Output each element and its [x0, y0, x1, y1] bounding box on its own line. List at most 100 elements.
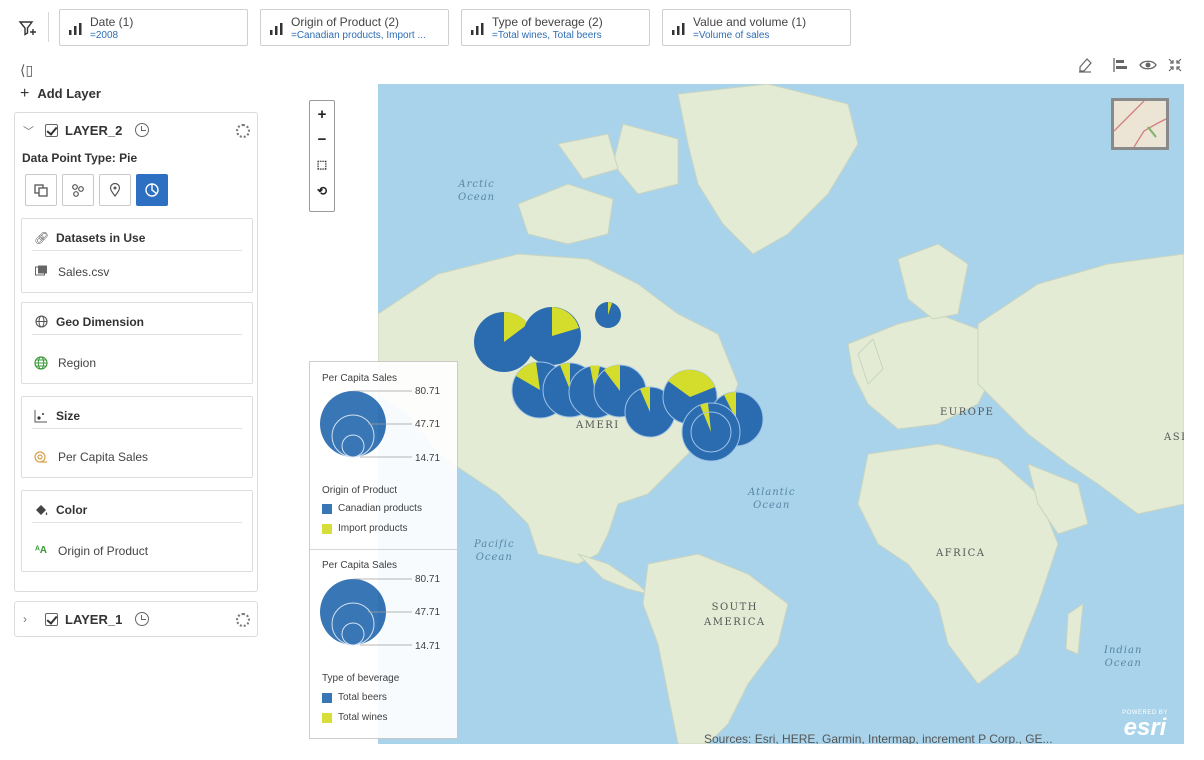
layer-1-checkbox[interactable]: [45, 613, 58, 626]
filter-name: Type of beverage (2): [492, 15, 603, 29]
gear-icon[interactable]: [236, 124, 250, 138]
legend-color-title: Origin of Product: [322, 485, 398, 496]
data-type-point-button[interactable]: [99, 174, 131, 206]
size-scatter-icon: [34, 409, 48, 423]
divider: [32, 428, 242, 429]
map-legend: Per Capita Sales 80.71 47.71 14.71 Origi…: [309, 361, 458, 739]
basemap: [378, 84, 1184, 744]
layer-name: LAYER_1: [65, 612, 123, 627]
collapse-icon[interactable]: [1166, 56, 1184, 74]
dataset-file-icon: [34, 265, 48, 279]
divider: [48, 12, 49, 42]
datasets-title: Datasets in Use: [56, 231, 146, 245]
attribute-text-icon: ᴬA: [34, 545, 48, 556]
cluster-icon: [72, 184, 84, 197]
measure-icon: [34, 450, 48, 464]
geo-dimension-title: Geo Dimension: [56, 315, 145, 329]
filter-value: =Total wines, Total beers: [492, 30, 602, 41]
legend-item: Total wines: [338, 712, 388, 723]
map-zoom-toolbar: + − ⬚ ⟲: [309, 100, 335, 212]
continent-label: EUROPE: [940, 407, 995, 418]
legend-size-value: 80.71: [415, 386, 441, 397]
esri-logo: POWERED BY esri: [1122, 710, 1168, 741]
ocean-label: Atlantic Ocean: [748, 487, 796, 511]
gear-icon[interactable]: [236, 613, 250, 627]
ocean-label: Indian Ocean: [1104, 645, 1143, 669]
legend-item: Canadian products: [338, 503, 422, 514]
clock-icon[interactable]: [135, 123, 149, 137]
pie-marker[interactable]: [523, 307, 581, 365]
globe-green-icon: [34, 356, 48, 370]
eye-icon[interactable]: [1139, 56, 1157, 74]
filter-chip-date[interactable]: Date (1) =2008: [59, 9, 248, 46]
filter-chip-origin[interactable]: Origin of Product (2) =Canadian products…: [260, 9, 449, 46]
continent-label: AFRICA: [936, 548, 986, 559]
filter-add-icon[interactable]: [18, 18, 38, 38]
legend-size-circles: [320, 578, 412, 646]
legend-size-value: 80.71: [415, 574, 441, 585]
add-layer-button[interactable]: + Add Layer: [20, 85, 101, 103]
legend-size-value: 47.71: [415, 419, 441, 430]
add-layer-label: Add Layer: [37, 86, 101, 101]
dataset-item[interactable]: Sales.csv: [58, 265, 109, 279]
pie-icon: [145, 183, 159, 197]
chevron-right-icon[interactable]: ›: [23, 612, 27, 626]
filter-value: =2008: [90, 30, 119, 41]
filter-name: Date (1): [90, 15, 134, 29]
geo-dimension-section: Geo Dimension Region: [21, 302, 253, 384]
divider: [32, 334, 242, 335]
eraser-icon[interactable]: [1076, 56, 1094, 74]
legend-swatch: [322, 524, 332, 534]
legend-size-title: Per Capita Sales: [322, 560, 398, 571]
data-type-cluster-button[interactable]: [62, 174, 94, 206]
overview-map[interactable]: [1111, 98, 1169, 150]
chevron-down-icon[interactable]: ﹀: [23, 123, 34, 139]
zoom-out-button[interactable]: −: [314, 131, 330, 149]
filter-bar: Date (1) =2008 Origin of Product (2) =Ca…: [0, 0, 1204, 52]
filter-value: =Volume of sales: [693, 30, 770, 41]
legend-swatch: [322, 713, 332, 723]
data-point-type-label: Data Point Type: Pie: [22, 151, 138, 165]
map-attribution: Sources: Esri, HERE, Garmin, Intermap, i…: [704, 732, 1053, 744]
align-left-icon[interactable]: [1111, 56, 1129, 74]
size-title: Size: [56, 409, 81, 423]
filter-chip-beverage[interactable]: Type of beverage (2) =Total wines, Total…: [461, 9, 650, 46]
filter-name: Value and volume (1): [693, 15, 807, 29]
bar-chart-icon: [69, 23, 82, 35]
size-section: Size Per Capita Sales: [21, 396, 253, 478]
globe-icon: [34, 315, 48, 329]
ocean-label: Arctic Ocean: [458, 179, 496, 203]
collapse-panel-icon[interactable]: ⟨▯: [20, 62, 33, 79]
continent-label: ASI: [1164, 432, 1184, 443]
geo-dimension-item[interactable]: Region: [58, 356, 96, 370]
pie-marker[interactable]: [681, 402, 741, 462]
pie-marker[interactable]: [595, 302, 621, 328]
legend-item: Total beers: [338, 692, 387, 703]
layer-2-card: ﹀ LAYER_2 Data Point Type: Pie 🔗︎ Datase…: [14, 112, 258, 592]
legend-size-title: Per Capita Sales: [322, 373, 398, 384]
color-section: Color ᴬA Origin of Product: [21, 490, 253, 572]
filter-name: Origin of Product (2): [291, 15, 400, 29]
size-item[interactable]: Per Capita Sales: [58, 450, 148, 464]
legend-size-value: 47.71: [415, 607, 441, 618]
zoom-in-button[interactable]: +: [314, 106, 330, 124]
bar-chart-icon: [471, 23, 484, 35]
divider: [32, 250, 242, 251]
color-item[interactable]: Origin of Product: [58, 544, 148, 558]
clock-icon[interactable]: [135, 612, 149, 626]
ocean-label: Pacific Ocean: [474, 539, 515, 563]
reset-zoom-icon[interactable]: ⟲: [314, 183, 330, 201]
data-type-pie-button[interactable]: [136, 174, 168, 206]
zoom-select-icon[interactable]: ⬚: [314, 157, 330, 175]
filter-chip-value[interactable]: Value and volume (1) =Volume of sales: [662, 9, 851, 46]
legend-color-title: Type of beverage: [322, 673, 400, 684]
divider: [310, 549, 457, 550]
divider: [32, 522, 242, 523]
filter-value: =Canadian products, Import ...: [291, 30, 426, 41]
data-type-region-button[interactable]: [25, 174, 57, 206]
legend-size-value: 14.71: [415, 641, 441, 652]
layer-2-checkbox[interactable]: [45, 124, 58, 137]
map-view[interactable]: Arctic Ocean Atlantic Ocean Pacific Ocean I…: [378, 84, 1184, 744]
legend-swatch: [322, 504, 332, 514]
legend-item: Import products: [338, 523, 408, 534]
